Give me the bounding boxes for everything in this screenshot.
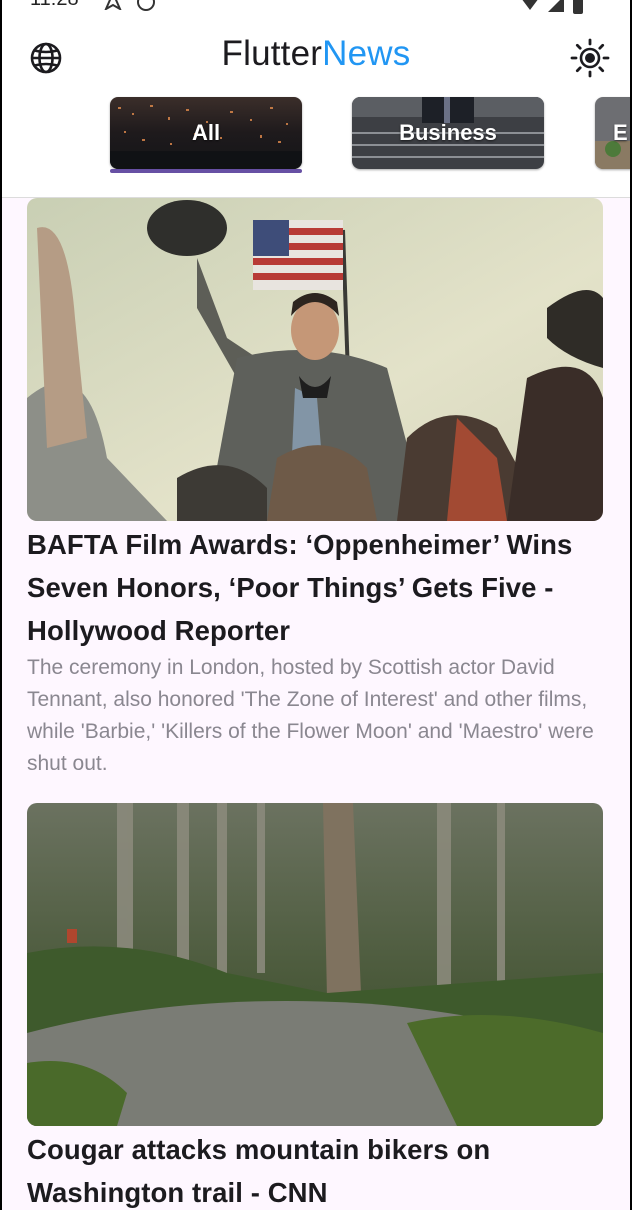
signal-icon [548, 0, 564, 12]
status-bar: 11:28 [0, 0, 632, 14]
category-tabs: All Business E [0, 96, 632, 176]
theme-toggle-button[interactable] [568, 36, 612, 80]
tab-entertainment-label: E [613, 120, 628, 145]
article-card[interactable]: BAFTA Film Awards: ‘Oppenheimer’ Wins Se… [27, 198, 603, 780]
article-title[interactable]: Cougar attacks mountain bikers on Washin… [27, 1128, 603, 1210]
app-title-news: News [322, 34, 411, 73]
tab-all[interactable]: All [110, 97, 302, 169]
battery-icon [573, 0, 583, 14]
article-title[interactable]: BAFTA Film Awards: ‘Oppenheimer’ Wins Se… [27, 523, 603, 652]
status-icons-left [104, 0, 156, 12]
circle-status-icon [137, 0, 155, 11]
wifi-icon [522, 0, 538, 10]
status-icons-right [520, 0, 584, 14]
article-image [27, 803, 603, 1126]
status-time: 11:28 [30, 0, 79, 11]
article-image [27, 198, 603, 521]
location-icon [104, 0, 122, 10]
app-title: FlutterNews [0, 34, 632, 74]
tab-business[interactable]: Business [352, 97, 544, 169]
tab-all-label: All [191, 120, 221, 145]
tab-entertainment[interactable]: E [595, 97, 632, 169]
article-description: The ceremony in London, hosted by Scotti… [27, 656, 594, 775]
selected-tab-indicator [110, 169, 302, 173]
sun-icon [570, 38, 610, 78]
news-feed: BAFTA Film Awards: ‘Oppenheimer’ Wins Se… [0, 198, 632, 1210]
app-title-flutter: Flutter [221, 34, 323, 73]
app-bar: FlutterNews [0, 14, 632, 98]
tab-business-label: Business [399, 120, 497, 145]
article-card[interactable]: Cougar attacks mountain bikers on Washin… [27, 803, 603, 1210]
